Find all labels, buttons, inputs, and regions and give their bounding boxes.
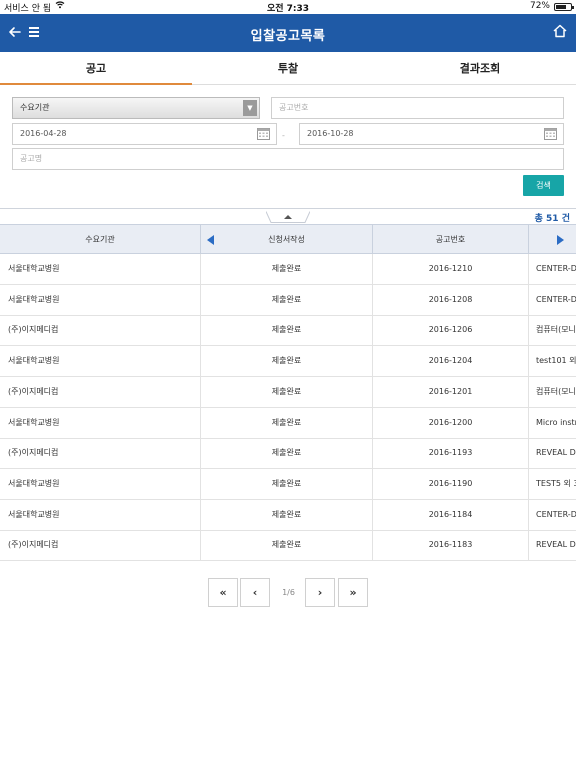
clock: 오전 7:33 <box>266 4 310 14</box>
first-page-button[interactable]: « <box>208 578 238 607</box>
date-from-value: 2016-04-28 <box>20 129 67 138</box>
next-page-button[interactable]: › <box>305 578 335 607</box>
column-header-application: 신청서작성 <box>268 235 305 244</box>
cell-agency: 서울대학교병원 <box>8 478 60 488</box>
table-row[interactable]: 서울대학교병원 제출완료 2016-1200 Micro instru <box>0 407 576 439</box>
cell-notice-number: 2016-1184 <box>428 509 473 519</box>
date-from-field[interactable]: 2016-04-28 <box>12 123 277 145</box>
table-row[interactable]: (주)이지메디컴 제출완료 2016-1201 컴퓨터(모니 <box>0 376 576 408</box>
cell-application-status: 제출완료 <box>271 417 302 427</box>
prev-page-button[interactable]: ‹ <box>240 578 270 607</box>
cell-agency: (주)이지메디컴 <box>8 386 59 396</box>
cell-notice-name: 컴퓨터(모니 <box>536 386 576 396</box>
cell-notice-name: CENTER-D <box>536 264 576 273</box>
cell-application-status: 제출완료 <box>271 448 302 458</box>
cell-notice-number: 2016-1204 <box>428 356 473 366</box>
cell-notice-number: 2016-1206 <box>428 325 473 335</box>
cell-notice-number: 2016-1201 <box>428 386 473 396</box>
battery-percent: 72% <box>529 1 550 11</box>
page-indicator: 1/6 <box>282 588 295 597</box>
table-row[interactable]: (주)이지메디컴 제출완료 2016-1183 REVEAL DX <box>0 530 576 562</box>
cell-application-status: 제출완료 <box>271 509 302 519</box>
cell-agency: (주)이지메디컴 <box>8 325 59 335</box>
dropdown-arrow-icon: ▼ <box>243 100 257 116</box>
total-prefix: 총 <box>534 214 543 224</box>
pagination: « ‹ 1/6 › » <box>208 578 368 607</box>
cell-notice-name: CENTER-D <box>536 509 576 519</box>
cell-notice-name: Micro instru <box>536 417 576 427</box>
status-bar: 서비스 안 됨 오전 7:33 72% <box>0 0 576 14</box>
table-header: 수요기관 신청서작성 공고번호 <box>0 224 576 254</box>
battery-icon <box>554 3 574 11</box>
cell-application-status: 제출완료 <box>271 386 302 396</box>
calendar-icon[interactable] <box>544 127 557 140</box>
battery-fill <box>556 5 566 9</box>
tab-notice[interactable]: 공고 <box>0 52 192 85</box>
tab-bar: 공고 투찰 결과조회 <box>0 52 576 85</box>
table-row[interactable]: 서울대학교병원 제출완료 2016-1190 TEST5 외 3 <box>0 468 576 500</box>
cell-agency: 서울대학교병원 <box>8 264 60 273</box>
total-number: 51 <box>546 214 559 224</box>
cell-notice-name: test101 외 4 <box>536 356 576 366</box>
cell-application-status: 제출완료 <box>271 325 302 335</box>
total-count: 총 51 건 <box>535 211 570 224</box>
last-page-button[interactable]: » <box>338 578 368 607</box>
date-range-separator: - <box>282 131 285 140</box>
app-header: 입찰공고목록 <box>0 14 576 52</box>
cell-notice-number: 2016-1183 <box>428 540 473 550</box>
cell-notice-name: TEST5 외 3 <box>536 478 576 488</box>
table-row[interactable]: 서울대학교병원 제출완료 2016-1204 test101 외 4 <box>0 346 576 378</box>
scroll-right-arrow-icon[interactable] <box>557 235 564 245</box>
cell-application-status: 제출완료 <box>271 356 302 366</box>
agency-select-value: 수요기관 <box>20 103 50 112</box>
notice-number-placeholder: 공고번호 <box>279 103 309 112</box>
tab-bid[interactable]: 투찰 <box>192 52 384 85</box>
column-header-agency: 수요기관 <box>85 235 115 244</box>
table-row[interactable]: 서울대학교병원 제출완료 2016-1210 CENTER-D <box>0 254 576 285</box>
cell-agency: 서울대학교병원 <box>8 417 60 427</box>
table-row[interactable]: (주)이지메디컴 제출완료 2016-1206 컴퓨터(모니 <box>0 315 576 347</box>
cell-notice-name: REVEAL DX <box>536 540 576 550</box>
total-suffix: 건 <box>561 214 570 224</box>
home-icon[interactable] <box>552 23 570 41</box>
cell-notice-number: 2016-1193 <box>428 448 473 458</box>
collapse-filter-toggle[interactable] <box>265 208 311 223</box>
cell-notice-number: 2016-1200 <box>428 417 473 427</box>
page-title: 입찰공고목록 <box>250 29 326 44</box>
cell-application-status: 제출완료 <box>271 294 302 304</box>
notice-name-input[interactable]: 공고명 <box>12 148 564 170</box>
cell-notice-name: CENTER-D <box>536 294 576 304</box>
cell-application-status: 제출완료 <box>271 264 302 273</box>
table-row[interactable]: 서울대학교병원 제출완료 2016-1184 CENTER-D <box>0 499 576 531</box>
cell-notice-number: 2016-1210 <box>428 264 473 273</box>
cell-notice-number: 2016-1190 <box>428 478 473 488</box>
cell-agency: (주)이지메디컴 <box>8 448 59 458</box>
notice-name-placeholder: 공고명 <box>20 154 43 163</box>
cell-notice-number: 2016-1208 <box>428 294 473 304</box>
cell-notice-name: REVEAL DX <box>536 448 576 458</box>
cell-application-status: 제출완료 <box>271 478 302 488</box>
cell-agency: 서울대학교병원 <box>8 509 60 519</box>
date-to-field[interactable]: 2016-10-28 <box>299 123 564 145</box>
cell-notice-name: 컴퓨터(모니 <box>536 325 576 335</box>
search-button[interactable]: 검색 <box>523 175 564 196</box>
cell-agency: (주)이지메디컴 <box>8 540 59 550</box>
cell-agency: 서울대학교병원 <box>8 356 60 366</box>
agency-select[interactable]: 수요기관 ▼ <box>12 97 260 119</box>
column-header-notice-number: 공고번호 <box>435 235 466 244</box>
table-row[interactable]: 서울대학교병원 제출완료 2016-1208 CENTER-D <box>0 284 576 316</box>
notice-number-input[interactable]: 공고번호 <box>271 97 564 119</box>
date-to-value: 2016-10-28 <box>307 129 354 138</box>
cell-application-status: 제출완료 <box>271 540 302 550</box>
table-row[interactable]: (주)이지메디컴 제출완료 2016-1193 REVEAL DX <box>0 438 576 470</box>
calendar-icon[interactable] <box>257 127 270 140</box>
cell-agency: 서울대학교병원 <box>8 294 60 304</box>
tab-results[interactable]: 결과조회 <box>384 52 576 85</box>
